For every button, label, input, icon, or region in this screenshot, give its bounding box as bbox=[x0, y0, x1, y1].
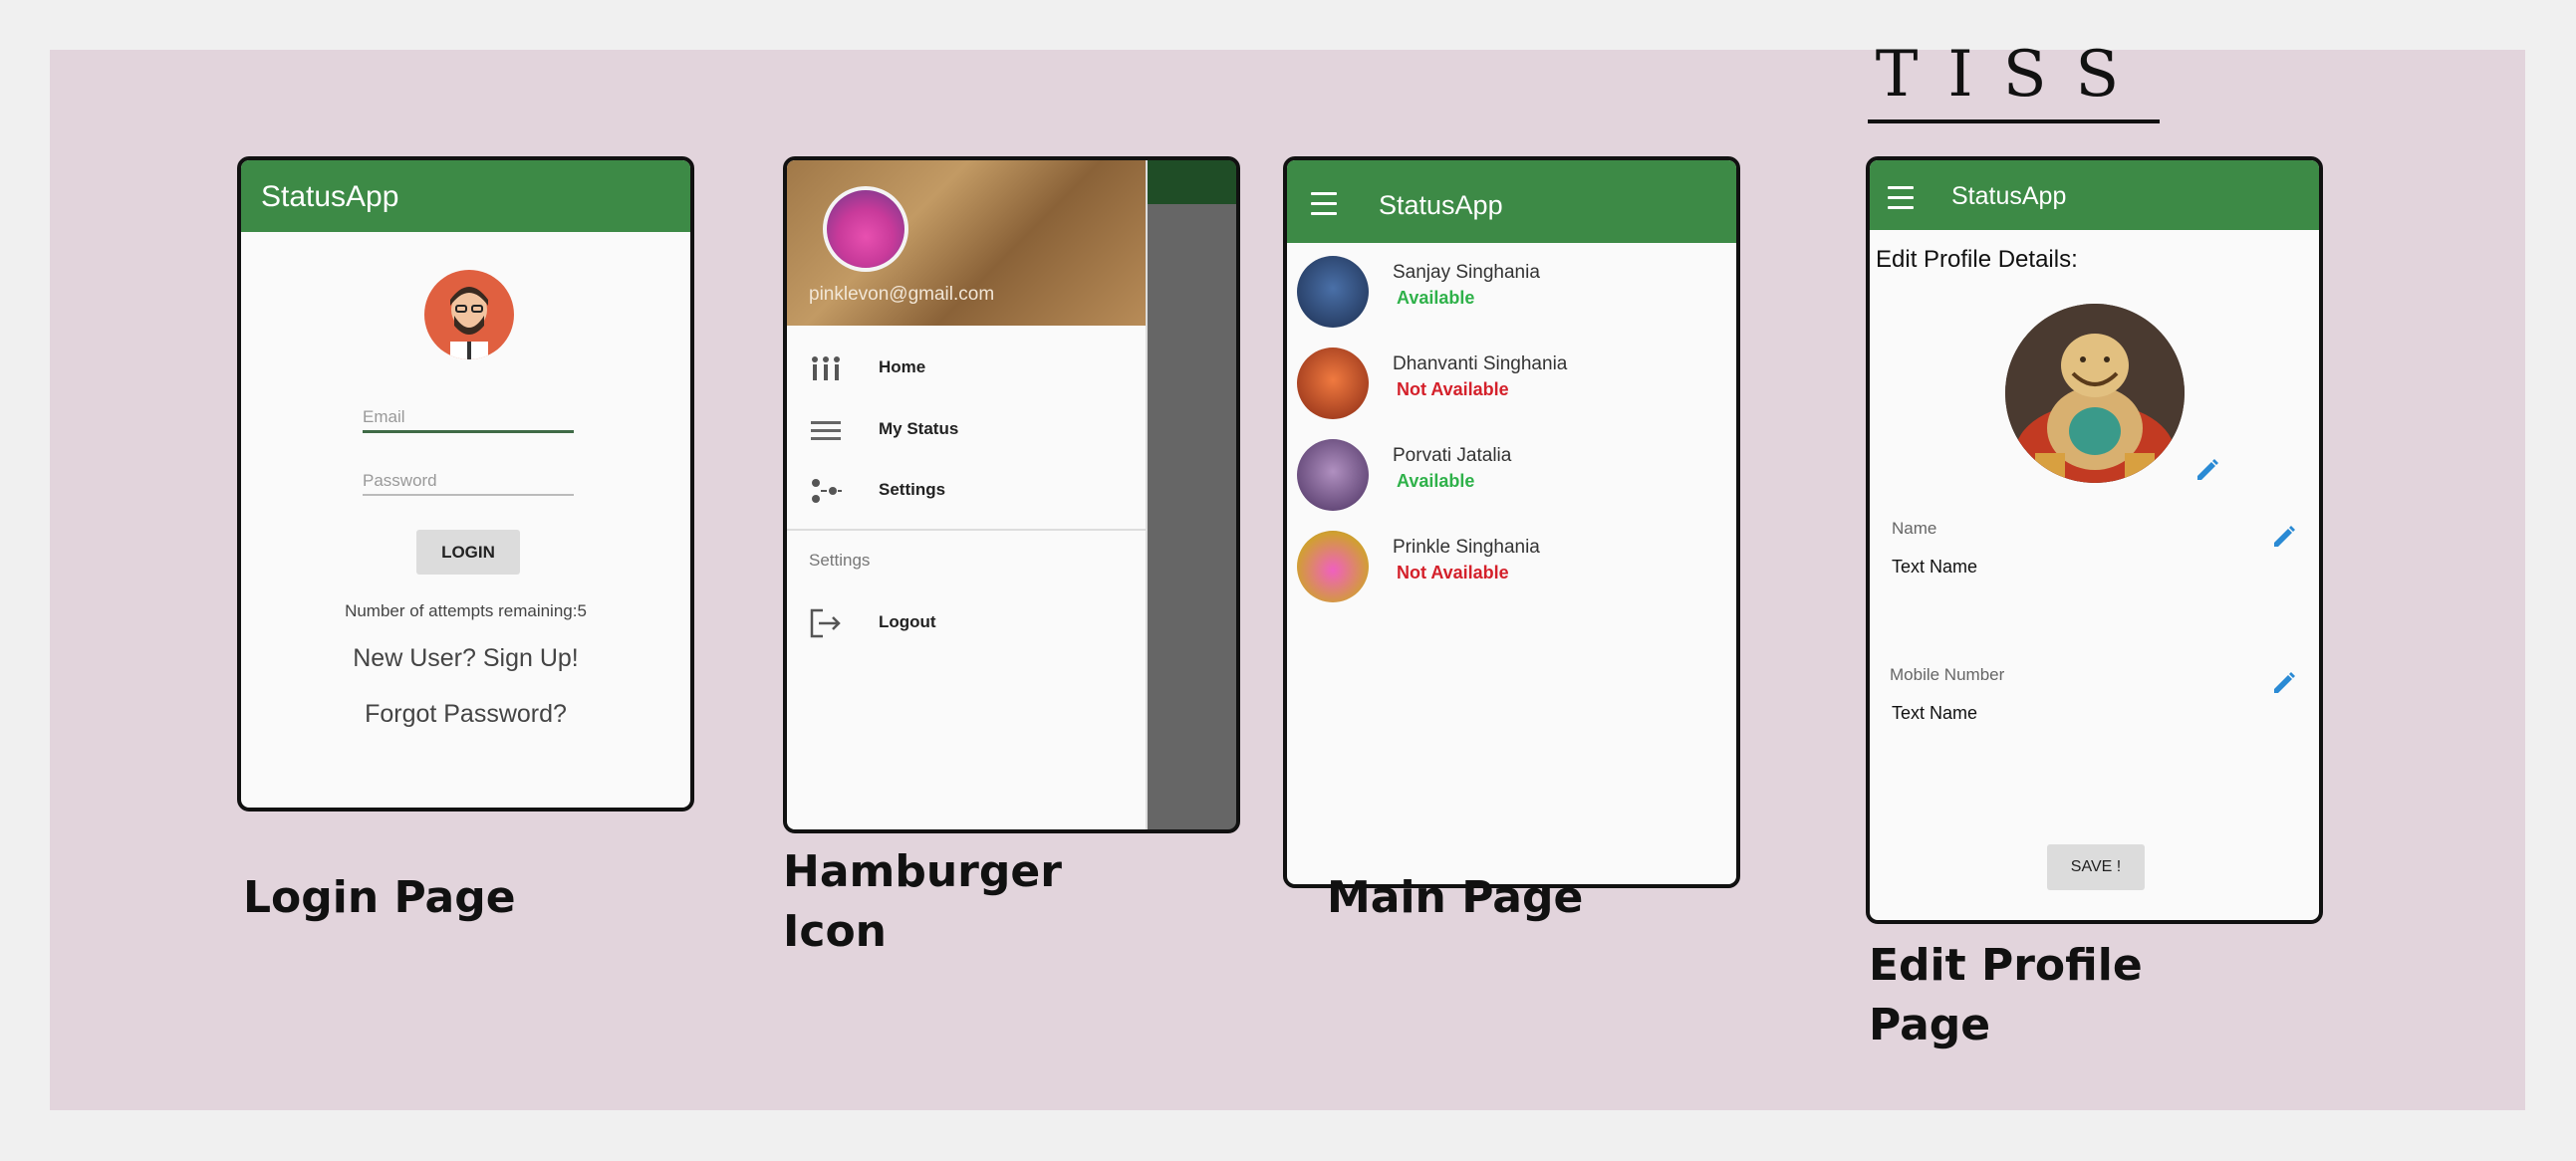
drawer-panel: pinklevon@gmail.com Home My Status Setti… bbox=[787, 160, 1148, 829]
app-title: StatusApp bbox=[261, 180, 399, 213]
logout-icon bbox=[809, 608, 843, 638]
brand-underline bbox=[1868, 119, 2160, 123]
login-button[interactable]: LOGIN bbox=[416, 530, 520, 575]
main-screen: StatusApp Sanjay Singhania Available Dha… bbox=[1283, 156, 1740, 888]
settings-icon bbox=[809, 476, 843, 506]
drawer-item-logout[interactable]: Logout bbox=[787, 604, 1146, 644]
contact-row[interactable]: Porvati Jatalia Available bbox=[1287, 433, 1735, 517]
contact-row[interactable]: Prinkle Singhania Not Available bbox=[1287, 525, 1735, 608]
contact-name: Prinkle Singhania bbox=[1393, 537, 1540, 558]
mobile-label: Mobile Number bbox=[1890, 665, 2005, 684]
drawer-item-settings[interactable]: Settings bbox=[787, 472, 1146, 512]
app-bar: StatusApp bbox=[1870, 160, 2319, 230]
attempts-text: Number of attempts remaining:5 bbox=[345, 601, 587, 620]
brand-title: TISS bbox=[1875, 38, 2150, 112]
home-icon bbox=[809, 353, 843, 383]
password-input[interactable]: Password bbox=[363, 471, 574, 496]
contact-name: Dhanvanti Singhania bbox=[1393, 353, 1568, 374]
edit-name-pencil-icon[interactable] bbox=[2270, 523, 2298, 551]
drawer-item-label: My Status bbox=[879, 419, 959, 438]
contact-avatar bbox=[1297, 348, 1369, 419]
drawer-section-label: Settings bbox=[809, 551, 871, 570]
app-bar: StatusApp bbox=[241, 160, 690, 232]
edit-photo-pencil-icon[interactable] bbox=[2193, 456, 2221, 484]
drawer-item-label: Home bbox=[879, 357, 926, 376]
list-icon bbox=[809, 415, 843, 445]
contact-row[interactable]: Sanjay Singhania Available bbox=[1287, 250, 1735, 334]
drawer-email: pinklevon@gmail.com bbox=[809, 284, 995, 305]
app-title: StatusApp bbox=[1951, 182, 2067, 210]
contact-avatar bbox=[1297, 256, 1369, 328]
mobile-value[interactable]: Text Name bbox=[1892, 703, 1977, 724]
edit-profile-screen: StatusApp Edit Profile Details: Name Tex… bbox=[1866, 156, 2323, 924]
drawer-caption-line2: Icon bbox=[783, 906, 888, 957]
drawer-header: pinklevon@gmail.com bbox=[787, 160, 1146, 326]
edit-caption-line1: Edit Profile bbox=[1869, 940, 2143, 991]
save-button[interactable]: SAVE ! bbox=[2047, 844, 2145, 890]
profile-photo[interactable] bbox=[2005, 304, 2185, 483]
drawer-item-label: Settings bbox=[879, 480, 946, 499]
forgot-password-link[interactable]: Forgot Password? bbox=[241, 700, 690, 729]
contact-status: Not Available bbox=[1397, 563, 1509, 582]
edit-mobile-pencil-icon[interactable] bbox=[2270, 669, 2298, 697]
hamburger-icon[interactable] bbox=[1888, 186, 1914, 216]
app-bar: StatusApp bbox=[1287, 160, 1736, 243]
signup-link[interactable]: New User? Sign Up! bbox=[241, 644, 690, 673]
drawer-item-home[interactable]: Home bbox=[787, 349, 1146, 389]
email-input[interactable]: Email bbox=[363, 407, 574, 433]
contact-avatar bbox=[1297, 439, 1369, 511]
name-label: Name bbox=[1892, 519, 1937, 538]
hamburger-icon[interactable] bbox=[1311, 192, 1337, 222]
drawer-item-my-status[interactable]: My Status bbox=[787, 411, 1146, 451]
contact-name: Porvati Jatalia bbox=[1393, 445, 1512, 466]
contact-status: Available bbox=[1397, 471, 1475, 491]
drawer-caption-line1: Hamburger bbox=[783, 846, 1062, 897]
contact-status: Available bbox=[1397, 288, 1475, 308]
drawer-screen: pinklevon@gmail.com Home My Status Setti… bbox=[783, 156, 1240, 833]
appbar-behind bbox=[1146, 160, 1236, 204]
main-caption: Main Page bbox=[1327, 872, 1584, 923]
contact-name: Sanjay Singhania bbox=[1393, 262, 1540, 283]
login-caption: Login Page bbox=[243, 872, 516, 923]
drawer-divider bbox=[787, 529, 1146, 531]
name-value[interactable]: Text Name bbox=[1892, 557, 1977, 578]
login-screen: StatusApp Email Password LOGIN Number of… bbox=[237, 156, 694, 812]
app-title: StatusApp bbox=[1379, 190, 1503, 220]
edit-heading: Edit Profile Details: bbox=[1876, 246, 2078, 273]
contact-row[interactable]: Dhanvanti Singhania Not Available bbox=[1287, 342, 1735, 425]
drawer-avatar bbox=[823, 186, 908, 272]
edit-caption-line2: Page bbox=[1869, 1000, 1991, 1050]
contact-avatar bbox=[1297, 531, 1369, 602]
contact-status: Not Available bbox=[1397, 379, 1509, 399]
drawer-item-label: Logout bbox=[879, 612, 936, 631]
user-avatar bbox=[424, 270, 514, 359]
